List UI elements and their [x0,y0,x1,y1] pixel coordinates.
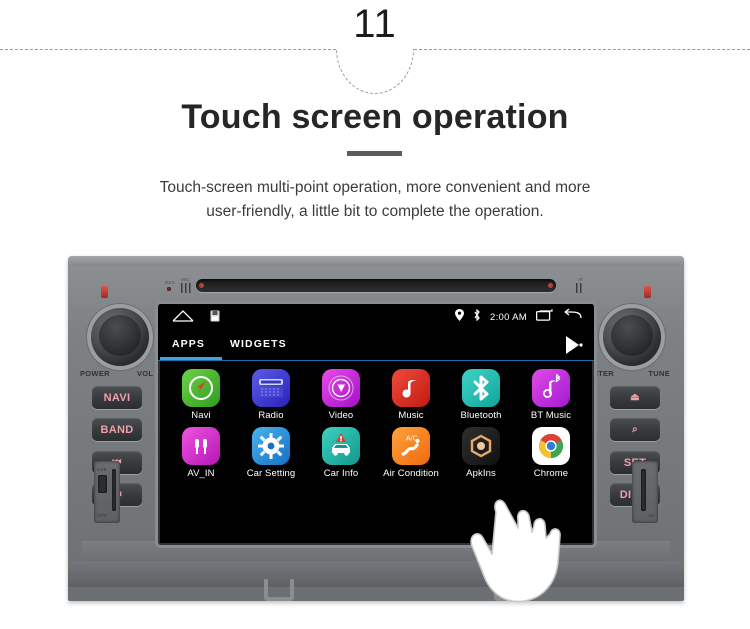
app-label: BT Music [530,410,572,421]
recents-icon[interactable] [535,308,554,326]
app-label: Air Condition [383,468,439,479]
app-video[interactable]: Video [310,369,372,421]
tab-active-underline [160,357,222,360]
eject-button[interactable]: ⏏ [610,386,660,409]
subtitle-line-2: user-friendly, a little bit to complete … [206,203,544,220]
app-label: Radio [258,410,284,421]
gear-icon [252,427,290,465]
mic-label: MIC [181,277,190,282]
gps-slot[interactable] [112,469,116,511]
divider-dashed-left [0,49,336,50]
bluetooth-icon [473,308,481,326]
air-condition-icon: A/C [392,427,430,465]
app-car-setting[interactable]: Car Setting [240,427,302,479]
app-row: Navi Radio Video Music Bluetooth BT Musi… [170,369,582,421]
app-label: AV_IN [187,468,215,479]
home-icon[interactable] [172,309,194,327]
app-bluetooth[interactable]: Bluetooth [450,369,512,421]
sd-label: SD [648,513,655,518]
bluetooth-icon [462,369,500,407]
radio-icon [252,369,290,407]
tab-apps[interactable]: APPS [172,338,205,350]
app-label: Car Setting [246,468,296,479]
status-clock: 2:00 AM [490,311,527,323]
step-number: 11 [353,2,397,46]
android-status-bar: 2:00 AM [158,304,594,330]
gps-label: GPS [97,513,108,518]
app-chrome[interactable]: Chrome [520,427,582,479]
ir-sensor-icon [576,283,584,293]
app-label: Car Info [323,468,359,479]
power-knob-label: POWER [80,369,110,378]
sd-card-bay: SD [632,461,658,523]
ir-label: IR [578,277,583,282]
app-label: Video [328,410,354,421]
tab-widgets[interactable]: WIDGETS [230,338,287,350]
back-arrow-icon[interactable] [563,308,582,326]
app-label: Music [398,410,424,421]
app-navi[interactable]: Navi [170,369,232,421]
app-row: AV_IN Car Setting Car Info A/C Air Condi… [170,427,582,479]
app-label: Navi [191,410,211,421]
app-label: ApkIns [466,468,496,479]
app-label: Bluetooth [460,410,502,421]
navi-button[interactable]: NAVI [92,386,142,409]
phone-button[interactable]: ⌕ [610,418,660,441]
title-underline-rule [347,151,402,156]
cd-slot-dot-right [548,283,553,288]
volume-knob-label: VOL [137,369,154,378]
play-store-icon[interactable] [562,334,584,361]
car-head-unit: RES MIC IR POWER VOL ENTER TUNE NAVI BAN… [68,256,684,601]
location-pin-icon [455,308,465,326]
unit-top-bevel [68,256,684,266]
music-note-icon [392,369,430,407]
usb-slot[interactable] [98,475,107,493]
unit-base [68,561,684,587]
cd-slot-dot-left [199,283,204,288]
app-music[interactable]: Music [380,369,442,421]
navi-compass-icon [182,369,220,407]
apps-widgets-tabbar: APPS WIDGETS [158,330,594,361]
bt-music-icon [532,369,570,407]
apk-installer-icon [462,427,500,465]
app-bt-music[interactable]: BT Music [520,369,582,421]
app-air-condition[interactable]: A/C Air Condition [380,427,442,479]
video-play-icon [322,369,360,407]
app-car-info[interactable]: Car Info [310,427,372,479]
mounting-bracket-left [264,579,294,601]
car-warning-icon [322,427,360,465]
indicator-led-right [644,286,651,298]
reset-hole-icon[interactable] [167,287,171,291]
chrome-icon [532,427,570,465]
app-label: Chrome [533,468,569,479]
page-subtitle: Touch-screen multi-point operation, more… [125,176,625,224]
cd-disc-slot[interactable] [196,279,556,292]
app-apk-installer[interactable]: ApkIns [450,427,512,479]
touchscreen-display[interactable]: 2:00 AM APPS WIDGETS Navi Radio Video Mu… [158,304,594,545]
sd-card-slot[interactable] [641,469,646,511]
subtitle-line-1: Touch-screen multi-point operation, more… [159,179,591,196]
indicator-led-left [101,286,108,298]
page-root: 11 Touch screen operation Touch-screen m… [0,0,750,629]
step-badge: 11 [0,0,750,94]
enter-tune-knob[interactable] [603,308,661,366]
reset-label: RES [165,280,175,285]
microphone-grille-icon [181,283,192,293]
tune-knob-label: TUNE [648,369,670,378]
app-radio[interactable]: Radio [240,369,302,421]
mounting-bracket-right [494,579,524,601]
page-title: Touch screen operation [181,98,569,136]
sdcard-icon[interactable] [210,309,220,327]
rca-plug-icon [182,427,220,465]
divider-dashed-right [414,49,750,50]
usb-label: USB [97,467,107,472]
usb-gps-slot-bay: USB GPS [94,461,120,523]
app-grid: Navi Radio Video Music Bluetooth BT Musi… [158,361,594,479]
power-volume-knob[interactable] [91,308,149,366]
band-button[interactable]: BAND [92,418,142,441]
app-av-in[interactable]: AV_IN [170,427,232,479]
